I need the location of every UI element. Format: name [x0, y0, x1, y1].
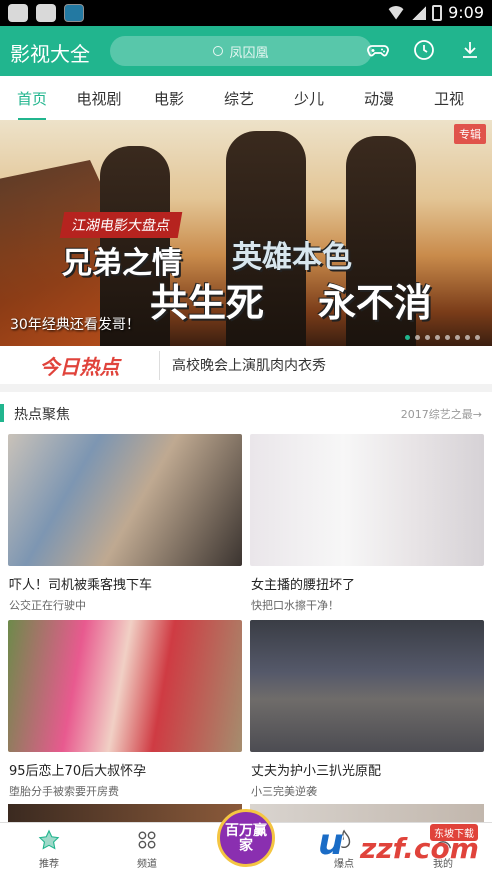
nav-channel-label: 频道	[137, 859, 157, 870]
video-card[interactable]: 丈夫为护小三扒光原配 小三完美逆袭	[250, 620, 484, 806]
video-thumbnail[interactable]	[250, 434, 484, 566]
wechat-notification-icon	[8, 4, 28, 22]
video-grid: 吓人！司机被乘客拽下车 公交正在行驶中 女主播的腰扭坏了 快把口水擦干净！ 95…	[8, 434, 484, 806]
watermark-tag: 东坡下载	[430, 824, 478, 841]
section-title: 热点聚焦	[14, 407, 70, 423]
tab-movies[interactable]: 电影	[134, 88, 204, 109]
video-title: 女主播的腰扭坏了	[251, 578, 356, 593]
wifi-icon	[386, 5, 407, 20]
hot-focus-section: 热点聚焦 2017综艺之最→ 吓人！司机被乘客拽下车 公交正在行驶中 女主播的腰…	[0, 392, 492, 822]
banner-caption: 30年经典还看发哥！	[10, 317, 140, 333]
status-time: 9:09	[448, 3, 484, 22]
section-header: 热点聚焦 2017综艺之最→	[0, 392, 492, 434]
download-icon[interactable]	[458, 38, 482, 62]
tab-tv-series[interactable]: 电视剧	[64, 88, 134, 109]
history-icon[interactable]	[412, 38, 436, 62]
carousel-dot	[425, 335, 430, 340]
category-tabs: 首页 电视剧 电影 综艺 少儿 动漫 卫视 娱	[0, 76, 492, 120]
carousel-dot	[405, 335, 410, 340]
tab-variety[interactable]: 综艺	[204, 88, 274, 109]
carousel-dot	[415, 335, 420, 340]
video-title: 95后恋上70后大叔怀孕	[9, 764, 147, 779]
nav-recommend[interactable]: 推荐	[19, 829, 79, 870]
tab-satellite-tv[interactable]: 卫视	[414, 88, 484, 109]
banner-slogan: 永不消	[318, 280, 433, 325]
nav-recommend-label: 推荐	[39, 859, 59, 870]
site-watermark: u zzf.com 东坡下载	[308, 818, 488, 874]
app-notification-icon	[64, 4, 84, 22]
section-more-link[interactable]: 2017综艺之最→	[401, 406, 482, 422]
watermark-logo-u: u	[318, 822, 344, 863]
carousel-dot	[465, 335, 470, 340]
video-subtitle: 小三完美逆袭	[251, 785, 317, 798]
video-thumbnail[interactable]	[8, 434, 242, 566]
today-hot-bar[interactable]: 今日热点 高校晚会上演肌肉内衣秀	[0, 346, 492, 384]
carousel-dot	[435, 335, 440, 340]
gamepad-icon[interactable]	[366, 38, 390, 62]
signal-icon	[412, 5, 427, 20]
tab-kids[interactable]: 少儿	[274, 88, 344, 109]
video-subtitle: 堕胎分手被索要开房费	[9, 785, 119, 798]
star-icon	[38, 829, 60, 850]
tab-entertainment[interactable]: 娱	[484, 88, 492, 109]
video-title: 吓人！司机被乘客拽下车	[9, 578, 153, 593]
search-icon	[213, 46, 224, 56]
app-title: 影视大全	[10, 42, 90, 66]
tab-home[interactable]: 首页	[0, 88, 64, 120]
video-thumbnail[interactable]	[8, 804, 242, 822]
section-accent-bar	[0, 404, 4, 422]
video-subtitle: 公交正在行驶中	[9, 599, 86, 612]
video-thumbnail[interactable]	[8, 620, 242, 752]
video-subtitle: 快把口水擦干净！	[251, 599, 339, 612]
wechat-notification-icon	[36, 4, 56, 22]
today-hot-headline[interactable]: 高校晚会上演肌肉内衣秀	[160, 355, 326, 375]
nav-millionaire-button[interactable]: 百万赢家	[217, 809, 275, 867]
hero-banner[interactable]: 专辑 江湖电影大盘点 兄弟之情 英雄本色 共生死 永不消 30年经典还看发哥！	[0, 120, 492, 346]
banner-red-label: 江湖电影大盘点	[59, 212, 183, 238]
today-hot-logo: 今日热点	[0, 350, 160, 380]
top-bar: 影视大全 凤囚凰	[0, 26, 492, 76]
video-card[interactable]: 吓人！司机被乘客拽下车 公交正在行驶中	[8, 434, 242, 620]
carousel-dot	[475, 335, 480, 340]
nav-channel[interactable]: 频道	[117, 829, 177, 870]
status-bar: 9:09	[0, 0, 492, 26]
banner-tag: 专辑	[454, 124, 486, 144]
search-input[interactable]: 凤囚凰	[110, 36, 372, 66]
carousel-dot	[455, 335, 460, 340]
tab-anime[interactable]: 动漫	[344, 88, 414, 109]
video-thumbnail[interactable]	[250, 620, 484, 752]
video-title: 丈夫为护小三扒光原配	[251, 764, 382, 779]
video-card[interactable]: 95后恋上70后大叔怀孕 堕胎分手被索要开房费	[8, 620, 242, 806]
battery-icon	[432, 4, 443, 21]
carousel-dot	[445, 335, 450, 340]
channel-grid-icon	[138, 831, 156, 849]
banner-slogan: 英雄本色	[232, 240, 352, 275]
banner-slogan: 共生死	[150, 280, 265, 325]
carousel-indicator	[405, 335, 480, 340]
search-placeholder: 凤囚凰	[229, 45, 269, 61]
video-card[interactable]: 女主播的腰扭坏了 快把口水擦干净！	[250, 434, 484, 620]
